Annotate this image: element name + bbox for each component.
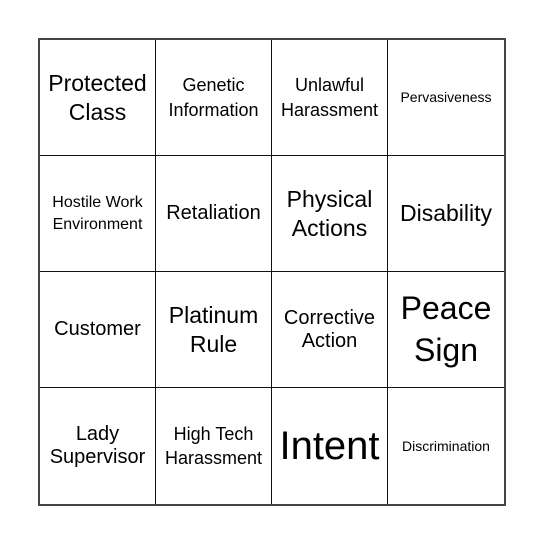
- bingo-cell-label: Peace Sign: [400, 289, 492, 368]
- bingo-cell[interactable]: Disability: [388, 156, 504, 272]
- bingo-cell[interactable]: Corrective Action: [272, 272, 388, 388]
- bingo-cell-label: Corrective Action: [283, 306, 376, 352]
- bingo-cell-label: Protected Class: [48, 69, 147, 125]
- bingo-cell[interactable]: High Tech Harassment: [156, 388, 272, 504]
- bingo-cell-label: Physical Actions: [286, 185, 373, 241]
- bingo-cell[interactable]: Intent: [272, 388, 388, 504]
- bingo-cell[interactable]: Retaliation: [156, 156, 272, 272]
- bingo-cell[interactable]: Discrimination: [388, 388, 504, 504]
- bingo-cell-label: Discrimination: [402, 437, 490, 454]
- bingo-cell-label: Unlawful Harassment: [280, 75, 379, 120]
- bingo-cell-label: Pervasiveness: [400, 89, 492, 106]
- bingo-cell-label: Lady Supervisor: [49, 423, 146, 468]
- bingo-cell[interactable]: Unlawful Harassment: [272, 40, 388, 156]
- bingo-cell[interactable]: Lady Supervisor: [40, 388, 156, 504]
- bingo-cell[interactable]: Physical Actions: [272, 156, 388, 272]
- bingo-cell-label: Customer: [54, 318, 141, 340]
- bingo-cell[interactable]: Platinum Rule: [156, 272, 272, 388]
- bingo-cell[interactable]: Protected Class: [40, 40, 156, 156]
- bingo-cell-label: Platinum Rule: [168, 301, 259, 357]
- bingo-cell[interactable]: Customer: [40, 272, 156, 388]
- bingo-cell-label: Disability: [399, 200, 493, 227]
- bingo-cell-label: High Tech Harassment: [164, 423, 263, 468]
- bingo-cell[interactable]: Genetic Information: [156, 40, 272, 156]
- bingo-cell-label: Hostile Work Environment: [52, 193, 143, 233]
- bingo-cell[interactable]: Hostile Work Environment: [40, 156, 156, 272]
- bingo-board: Protected Class Genetic Information Unlawf…: [38, 38, 506, 506]
- bingo-cell[interactable]: Pervasiveness: [388, 40, 504, 156]
- bingo-cell[interactable]: Peace Sign: [388, 272, 504, 388]
- bingo-cell-label: Genetic Information: [168, 75, 259, 120]
- bingo-cell-label: Intent: [279, 424, 380, 468]
- bingo-cell-label: Retaliation: [166, 202, 261, 224]
